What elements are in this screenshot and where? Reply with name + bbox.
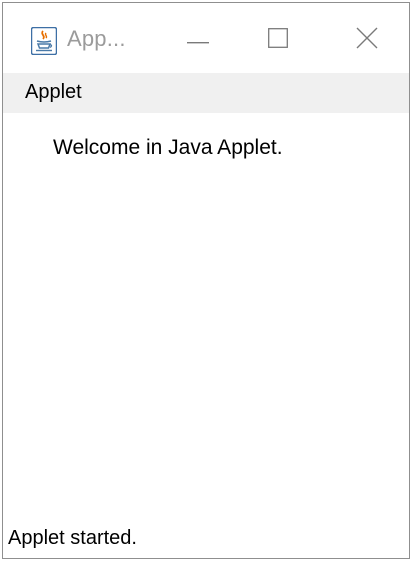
applet-window: App... Applet Welcome in Java Applet. Ap… [2, 2, 410, 559]
welcome-message: Welcome in Java Applet. [53, 136, 283, 159]
minimize-button[interactable] [168, 17, 228, 63]
close-button[interactable] [337, 17, 397, 63]
window-title: App... [67, 26, 126, 51]
minimize-icon [187, 31, 209, 49]
close-icon [356, 27, 378, 54]
menu-bar: Applet [3, 73, 409, 113]
title-bar[interactable]: App... [3, 3, 409, 65]
status-bar: Applet started. [3, 515, 409, 558]
applet-canvas[interactable]: Welcome in Java Applet. [3, 113, 409, 515]
maximize-icon [268, 27, 288, 53]
status-text: Applet started. [8, 527, 137, 549]
java-cup-icon[interactable] [30, 26, 58, 56]
maximize-button[interactable] [248, 17, 308, 63]
menu-applet[interactable]: Applet [25, 81, 82, 104]
